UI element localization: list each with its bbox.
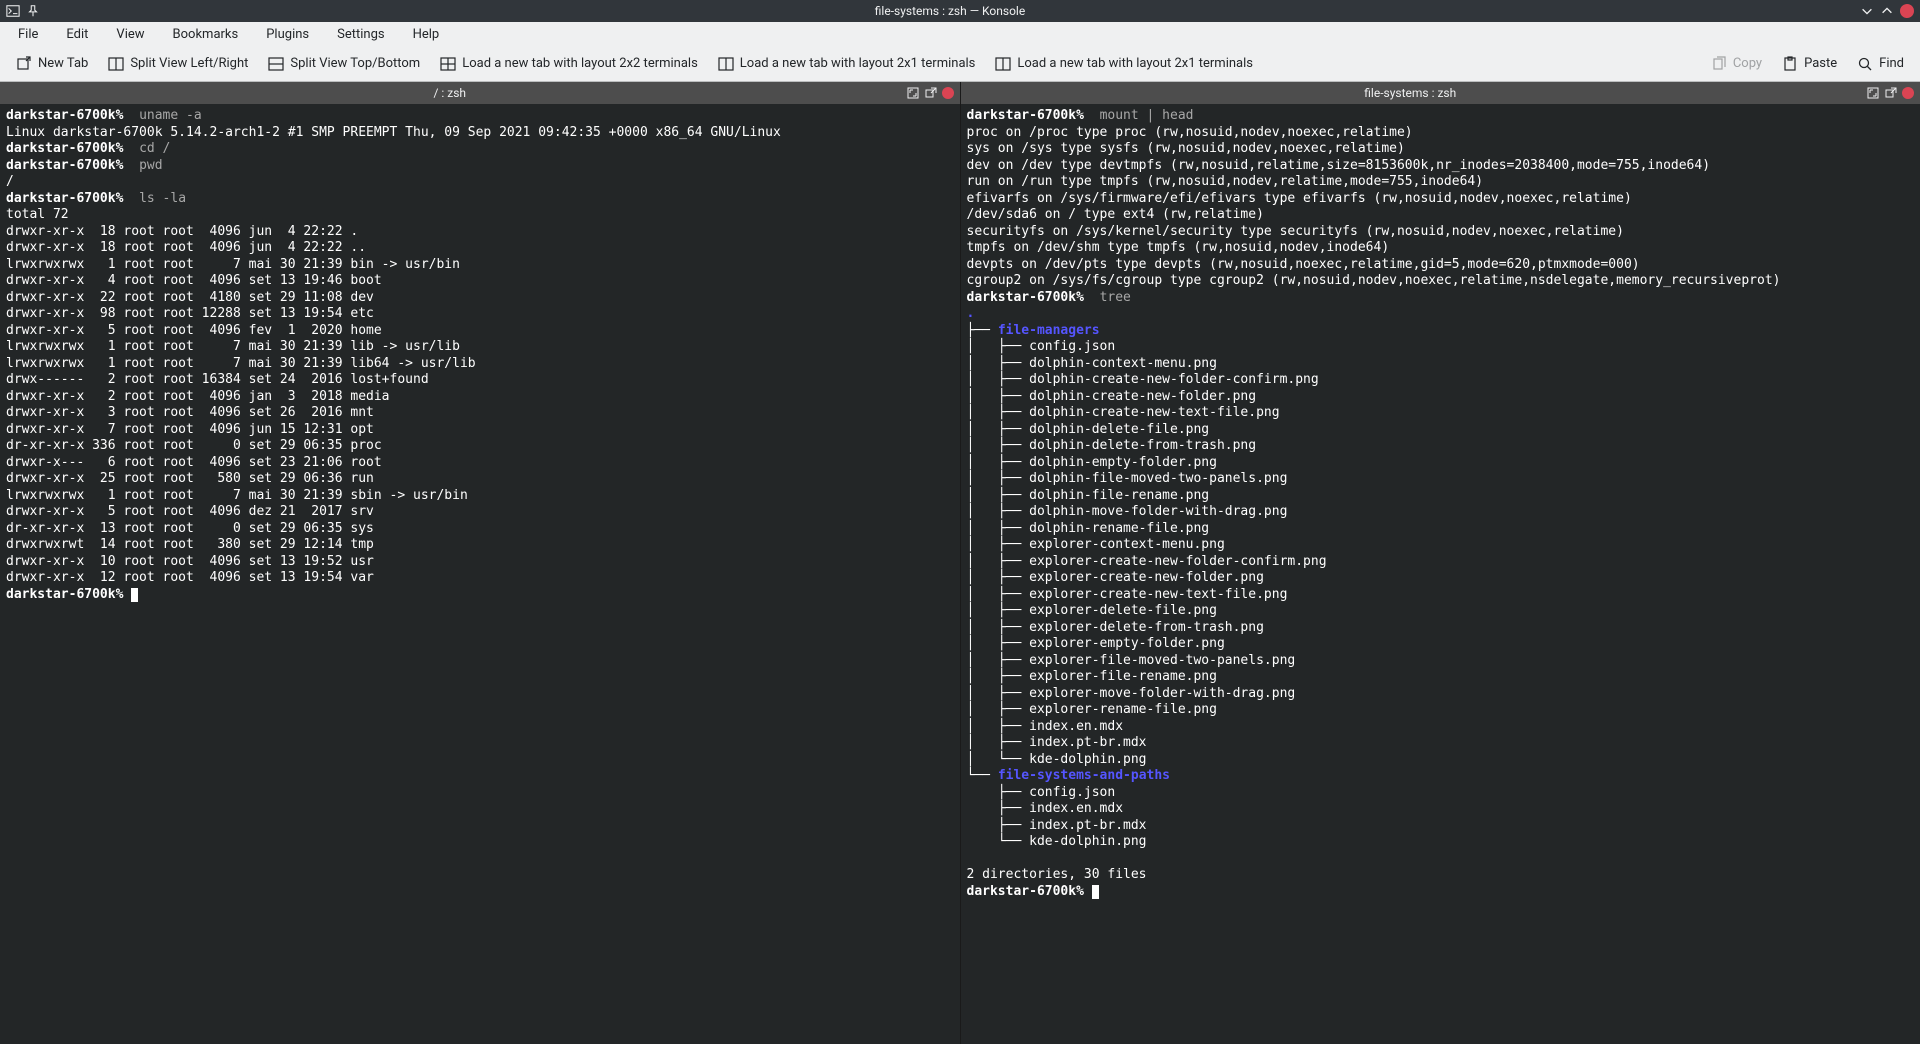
find-button[interactable]: Find bbox=[1849, 52, 1912, 76]
layout-2x2-icon bbox=[440, 56, 456, 72]
terminal-panes: darkstar-6700k% uname -a Linux darkstar-… bbox=[0, 104, 1920, 1044]
copy-icon bbox=[1711, 56, 1727, 72]
tab-left-close[interactable] bbox=[942, 87, 954, 99]
tab-left-detach-icon[interactable] bbox=[924, 86, 938, 100]
find-label: Find bbox=[1879, 56, 1904, 71]
menu-settings[interactable]: Settings bbox=[327, 25, 394, 44]
menu-file[interactable]: File bbox=[8, 25, 48, 44]
new-tab-button[interactable]: New Tab bbox=[8, 52, 96, 76]
tab-left[interactable]: / : zsh bbox=[0, 82, 961, 104]
tab-right-detach-icon[interactable] bbox=[1884, 86, 1898, 100]
tab-right-close[interactable] bbox=[1902, 87, 1914, 99]
menubar: File Edit View Bookmarks Plugins Setting… bbox=[0, 22, 1920, 46]
layout-2x1-a-icon bbox=[718, 56, 734, 72]
menu-help[interactable]: Help bbox=[403, 25, 450, 44]
terminal-right[interactable]: darkstar-6700k% mount | head proc on /pr… bbox=[961, 104, 1920, 1044]
split-tb-label: Split View Top/Bottom bbox=[290, 56, 420, 71]
terminal-left[interactable]: darkstar-6700k% uname -a Linux darkstar-… bbox=[0, 104, 961, 1044]
split-tb-button[interactable]: Split View Top/Bottom bbox=[260, 52, 428, 76]
minimize-icon[interactable] bbox=[1860, 4, 1874, 18]
tab-row: / : zsh file-systems : zsh bbox=[0, 82, 1920, 104]
layout-2x1-a-button[interactable]: Load a new tab with layout 2x1 terminals bbox=[710, 52, 984, 76]
close-button[interactable] bbox=[1900, 4, 1914, 18]
paste-button[interactable]: Paste bbox=[1774, 52, 1845, 76]
copy-label: Copy bbox=[1733, 56, 1762, 71]
tab-right-title: file-systems : zsh bbox=[961, 86, 1861, 100]
split-lr-label: Split View Left/Right bbox=[130, 56, 248, 71]
paste-icon bbox=[1782, 56, 1798, 72]
layout-2x1-b-icon bbox=[995, 56, 1011, 72]
pin-icon[interactable] bbox=[26, 4, 40, 18]
tab-right[interactable]: file-systems : zsh bbox=[961, 82, 1920, 104]
menu-view[interactable]: View bbox=[106, 25, 154, 44]
split-lr-icon bbox=[108, 56, 124, 72]
tab-left-expand-icon[interactable] bbox=[906, 86, 920, 100]
menu-bookmarks[interactable]: Bookmarks bbox=[163, 25, 249, 44]
terminal-icon bbox=[6, 4, 20, 18]
toolbar: New Tab Split View Left/Right Split View… bbox=[0, 46, 1920, 82]
new-tab-icon bbox=[16, 56, 32, 72]
layout-2x2-button[interactable]: Load a new tab with layout 2x2 terminals bbox=[432, 52, 706, 76]
copy-button[interactable]: Copy bbox=[1703, 52, 1770, 76]
menu-edit[interactable]: Edit bbox=[56, 25, 98, 44]
tab-left-title: / : zsh bbox=[0, 86, 900, 100]
tab-right-expand-icon[interactable] bbox=[1866, 86, 1880, 100]
titlebar: file-systems : zsh — Konsole bbox=[0, 0, 1920, 22]
layout-2x1-b-button[interactable]: Load a new tab with layout 2x1 terminals bbox=[987, 52, 1261, 76]
window-title: file-systems : zsh — Konsole bbox=[40, 4, 1860, 18]
layout-2x2-label: Load a new tab with layout 2x2 terminals bbox=[462, 56, 698, 71]
split-tb-icon bbox=[268, 56, 284, 72]
layout-2x1-b-label: Load a new tab with layout 2x1 terminals bbox=[1017, 56, 1253, 71]
split-lr-button[interactable]: Split View Left/Right bbox=[100, 52, 256, 76]
paste-label: Paste bbox=[1804, 56, 1837, 71]
layout-2x1-a-label: Load a new tab with layout 2x1 terminals bbox=[740, 56, 976, 71]
new-tab-label: New Tab bbox=[38, 56, 88, 71]
maximize-icon[interactable] bbox=[1880, 4, 1894, 18]
menu-plugins[interactable]: Plugins bbox=[256, 25, 319, 44]
search-icon bbox=[1857, 56, 1873, 72]
